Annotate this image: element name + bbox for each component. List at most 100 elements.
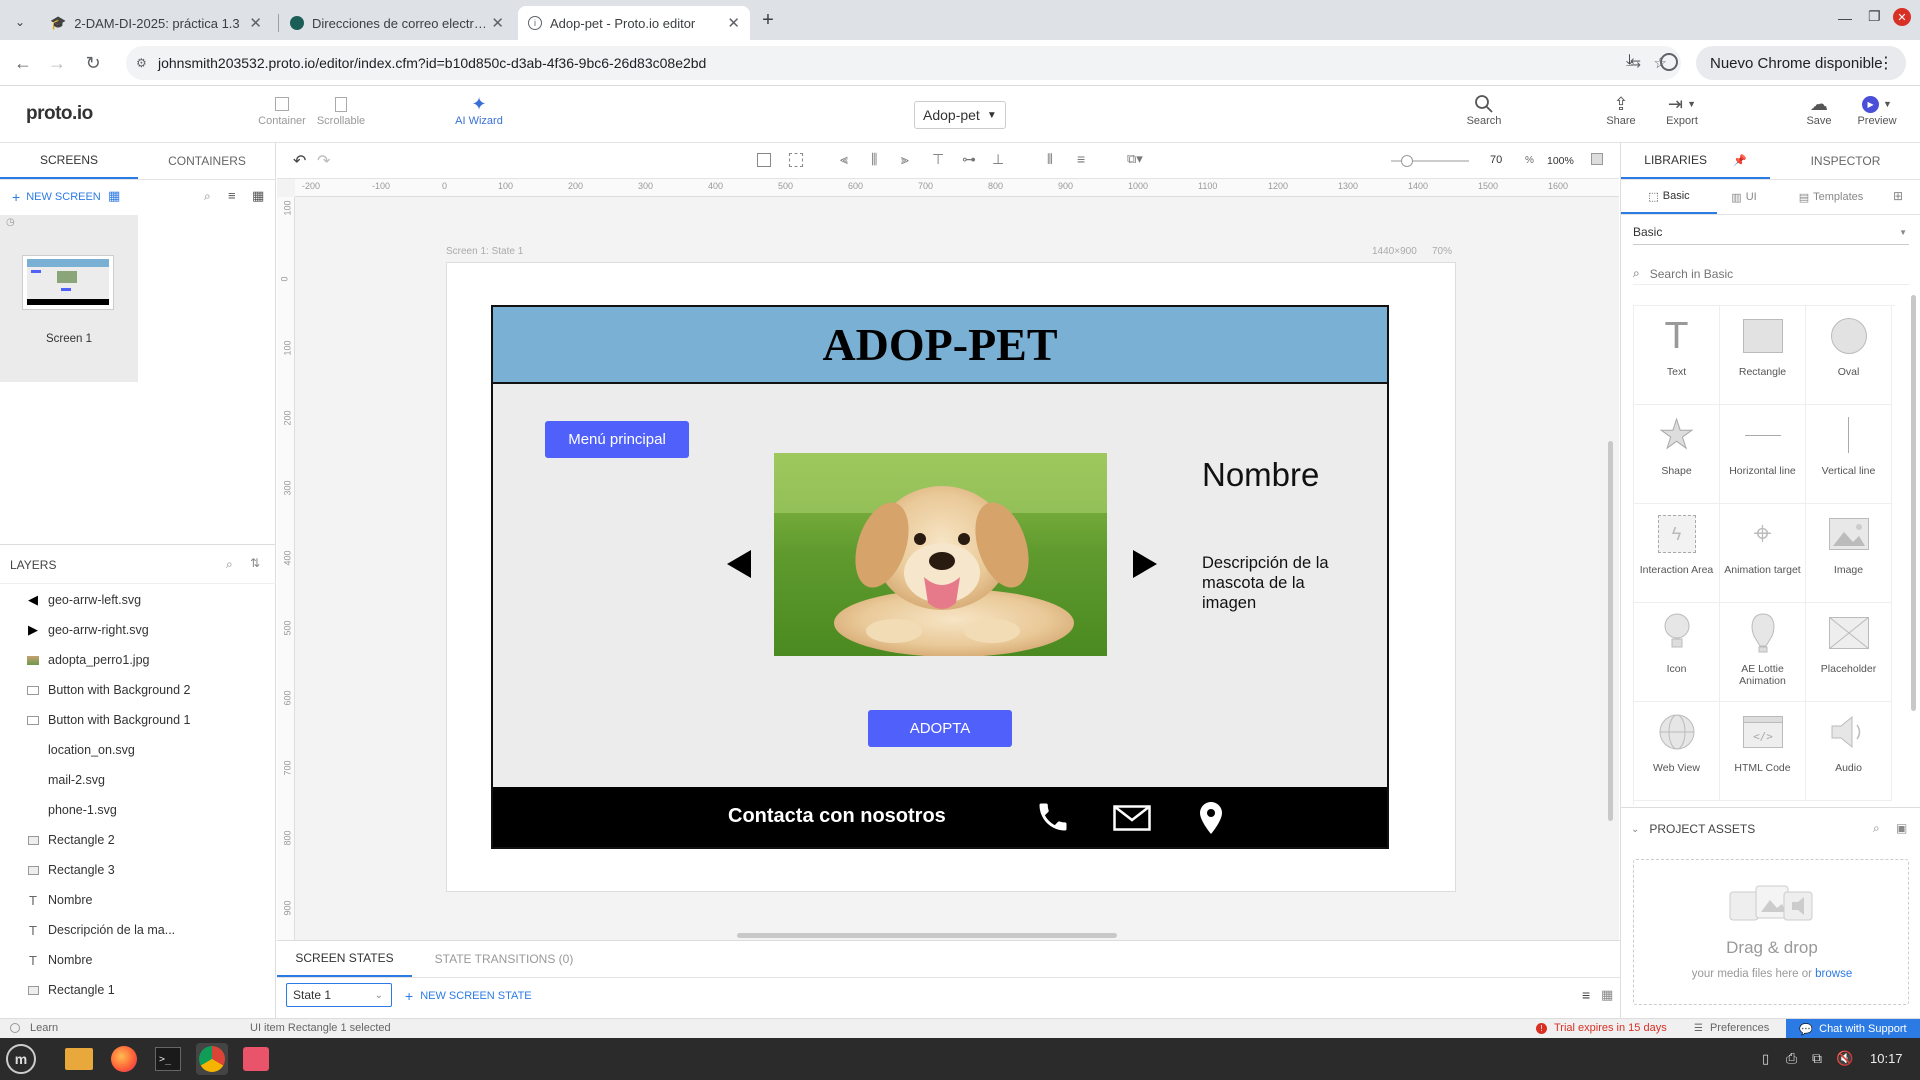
screen-thumbnail-card[interactable]: ◷ Screen 1 xyxy=(0,215,138,382)
horizontal-scrollbar[interactable] xyxy=(737,933,1117,938)
mockup-header[interactable]: ADOP-PET xyxy=(493,307,1387,384)
search-layers-icon[interactable]: ⌕ xyxy=(226,557,233,572)
add-asset-icon[interactable]: ▣ xyxy=(1896,821,1907,835)
scrollable-button[interactable]: Scrollable xyxy=(314,93,368,127)
component-audio[interactable]: Audio xyxy=(1806,702,1892,801)
forward-icon[interactable]: → xyxy=(42,48,72,78)
layer-row[interactable]: Button with Background 2 xyxy=(0,675,276,705)
layer-row[interactable]: phone-1.svg xyxy=(0,795,276,825)
browser-tab-practica[interactable]: 🎓 2-DAM-DI-2025: práctica 1.3 ✕ xyxy=(40,6,272,40)
layer-row[interactable]: T Descripción de la ma... xyxy=(0,915,276,945)
zoom-value[interactable]: 70 xyxy=(1490,154,1502,166)
phone-icon[interactable] xyxy=(1035,799,1071,835)
screen-thumbnail[interactable] xyxy=(22,255,114,310)
preferences-button[interactable]: ☰ Preferences xyxy=(1694,1022,1769,1034)
align-center-icon[interactable]: ⫼ xyxy=(871,151,877,168)
component-image[interactable]: Image xyxy=(1806,504,1892,603)
project-selector[interactable]: Adop-pet ▼ xyxy=(914,101,1006,129)
sort-layers-icon[interactable]: ⇅ xyxy=(250,556,260,570)
component-web-view[interactable]: Web View xyxy=(1634,702,1720,801)
align-top-icon[interactable]: ⊤ xyxy=(932,151,944,168)
volume-muted-icon[interactable]: 🔇 xyxy=(1836,1050,1853,1067)
redo-icon[interactable]: ↷ xyxy=(317,151,330,171)
terminal-icon[interactable]: >_ xyxy=(152,1043,184,1075)
layer-row[interactable]: adopta_perro1.jpg xyxy=(0,645,276,675)
ai-wizard-button[interactable]: ✦ AI Wizard xyxy=(452,93,506,128)
pin-icon[interactable]: 📌 xyxy=(1733,154,1747,167)
puppy-image[interactable] xyxy=(774,453,1107,656)
new-tab-button[interactable]: + xyxy=(756,8,780,32)
arrange-icon[interactable]: ⧉▾ xyxy=(1127,151,1143,167)
reload-icon[interactable]: ↻ xyxy=(78,48,108,78)
component-icon[interactable]: Icon xyxy=(1634,603,1720,702)
fit-screen-icon[interactable] xyxy=(1591,153,1603,165)
search-screens-icon[interactable]: ⌕ xyxy=(204,189,211,204)
location-icon[interactable] xyxy=(1200,802,1222,834)
component-oval[interactable]: Oval xyxy=(1806,306,1892,405)
minimize-icon[interactable]: — xyxy=(1838,10,1852,26)
vertical-scrollbar[interactable] xyxy=(1608,441,1613,821)
layer-row[interactable]: Rectangle 2 xyxy=(0,825,276,855)
tab-libraries[interactable]: LIBRARIES 📌 xyxy=(1621,143,1770,179)
component-horizontal-line[interactable]: Horizontal line xyxy=(1720,405,1806,504)
browser-tab-proto[interactable]: i Adop-pet - Proto.io editor ✕ xyxy=(518,6,750,40)
layer-row[interactable]: T Nombre xyxy=(0,885,276,915)
subtab-ui[interactable]: ▥ UI xyxy=(1717,180,1771,214)
distribute-vertical-icon[interactable]: ≡ xyxy=(1077,151,1085,167)
clock-time[interactable]: 10:17 xyxy=(1870,1051,1903,1066)
ungroup-icon[interactable] xyxy=(789,153,803,167)
layer-row[interactable]: Rectangle 3 xyxy=(0,855,276,885)
container-button[interactable]: Container xyxy=(256,93,308,127)
firefox-icon[interactable] xyxy=(108,1043,140,1075)
download-icon[interactable]: ⤓ xyxy=(1626,52,1633,70)
arrow-right-icon[interactable] xyxy=(1133,550,1157,578)
tab-inspector[interactable]: INSPECTOR xyxy=(1770,143,1920,179)
project-assets-header[interactable]: ⌄ PROJECT ASSETS xyxy=(1631,822,1755,836)
tab-state-transitions[interactable]: STATE TRANSITIONS (0) xyxy=(429,941,579,977)
site-info-icon[interactable]: ⚙ xyxy=(136,56,147,70)
grid-view-icon[interactable]: ▦ xyxy=(1601,987,1613,1003)
chat-support-button[interactable]: 💬 Chat with Support xyxy=(1786,1019,1920,1039)
layer-row[interactable]: ◀ geo-arrw-left.svg xyxy=(0,585,276,615)
component-text[interactable]: T Text xyxy=(1634,306,1720,405)
subtab-basic[interactable]: ⬚ Basic xyxy=(1621,180,1717,214)
menu-principal-button[interactable]: Menú principal xyxy=(545,421,689,458)
kebab-menu-icon[interactable]: ⋮ xyxy=(1878,53,1894,73)
contact-text[interactable]: Contacta con nosotros xyxy=(728,805,946,828)
align-bottom-icon[interactable]: ⊥ xyxy=(992,151,1004,168)
share-button[interactable]: ⇪ Share xyxy=(1604,93,1638,128)
tab-screens[interactable]: SCREENS xyxy=(0,143,138,179)
component-interaction-area[interactable]: ϟ Interaction Area xyxy=(1634,504,1720,603)
subtab-templates[interactable]: ▤ Templates xyxy=(1771,180,1891,214)
layer-row[interactable]: mail-2.svg xyxy=(0,765,276,795)
url-input[interactable]: ⚙ johnsmith203532.proto.io/editor/index.… xyxy=(126,46,1681,80)
screen-options-icon[interactable]: ▦ xyxy=(108,188,120,204)
component-lottie[interactable]: AE Lottie Animation xyxy=(1720,603,1806,702)
library-scrollbar[interactable] xyxy=(1911,295,1916,711)
image-viewer-icon[interactable] xyxy=(240,1043,272,1075)
list-view-icon[interactable]: ≡ xyxy=(1582,987,1590,1003)
chrome-update-button[interactable]: Nuevo Chrome disponible ⋮ xyxy=(1696,46,1906,80)
asset-dropzone[interactable]: Drag & drop your media files here or bro… xyxy=(1633,859,1909,1005)
zoom-slider[interactable] xyxy=(1391,155,1469,167)
library-search[interactable]: ⌕ xyxy=(1633,263,1909,285)
layer-row[interactable]: Button with Background 1 xyxy=(0,705,276,735)
mockup-title[interactable]: ADOP-PET xyxy=(822,318,1057,371)
more-libraries-icon[interactable]: ⊞ xyxy=(1893,189,1903,203)
printer-icon[interactable]: ⎙ xyxy=(1786,1050,1797,1067)
close-tab-icon[interactable]: ✕ xyxy=(727,14,740,32)
new-screen-state-button[interactable]: + NEW SCREEN STATE xyxy=(405,988,532,1004)
layer-row[interactable]: location_on.svg xyxy=(0,735,276,765)
group-icon[interactable] xyxy=(757,153,771,167)
align-right-icon[interactable]: ⫸ xyxy=(901,151,909,168)
list-view-icon[interactable]: ≡ xyxy=(228,188,236,203)
close-tab-icon[interactable]: ✕ xyxy=(249,14,262,32)
zoom-100-button[interactable]: 100% xyxy=(1547,155,1574,167)
align-left-icon[interactable]: ⫷ xyxy=(840,151,848,168)
layer-row[interactable]: ▶ geo-arrw-right.svg xyxy=(0,615,276,645)
layer-row[interactable]: Rectangle 1 xyxy=(0,975,276,1005)
chrome-icon[interactable] xyxy=(196,1043,228,1075)
mint-menu-icon[interactable]: m xyxy=(6,1044,36,1074)
tab-list-dropdown[interactable]: ⌄ xyxy=(8,10,32,34)
component-animation-target[interactable]: ⌖ Animation target xyxy=(1720,504,1806,603)
